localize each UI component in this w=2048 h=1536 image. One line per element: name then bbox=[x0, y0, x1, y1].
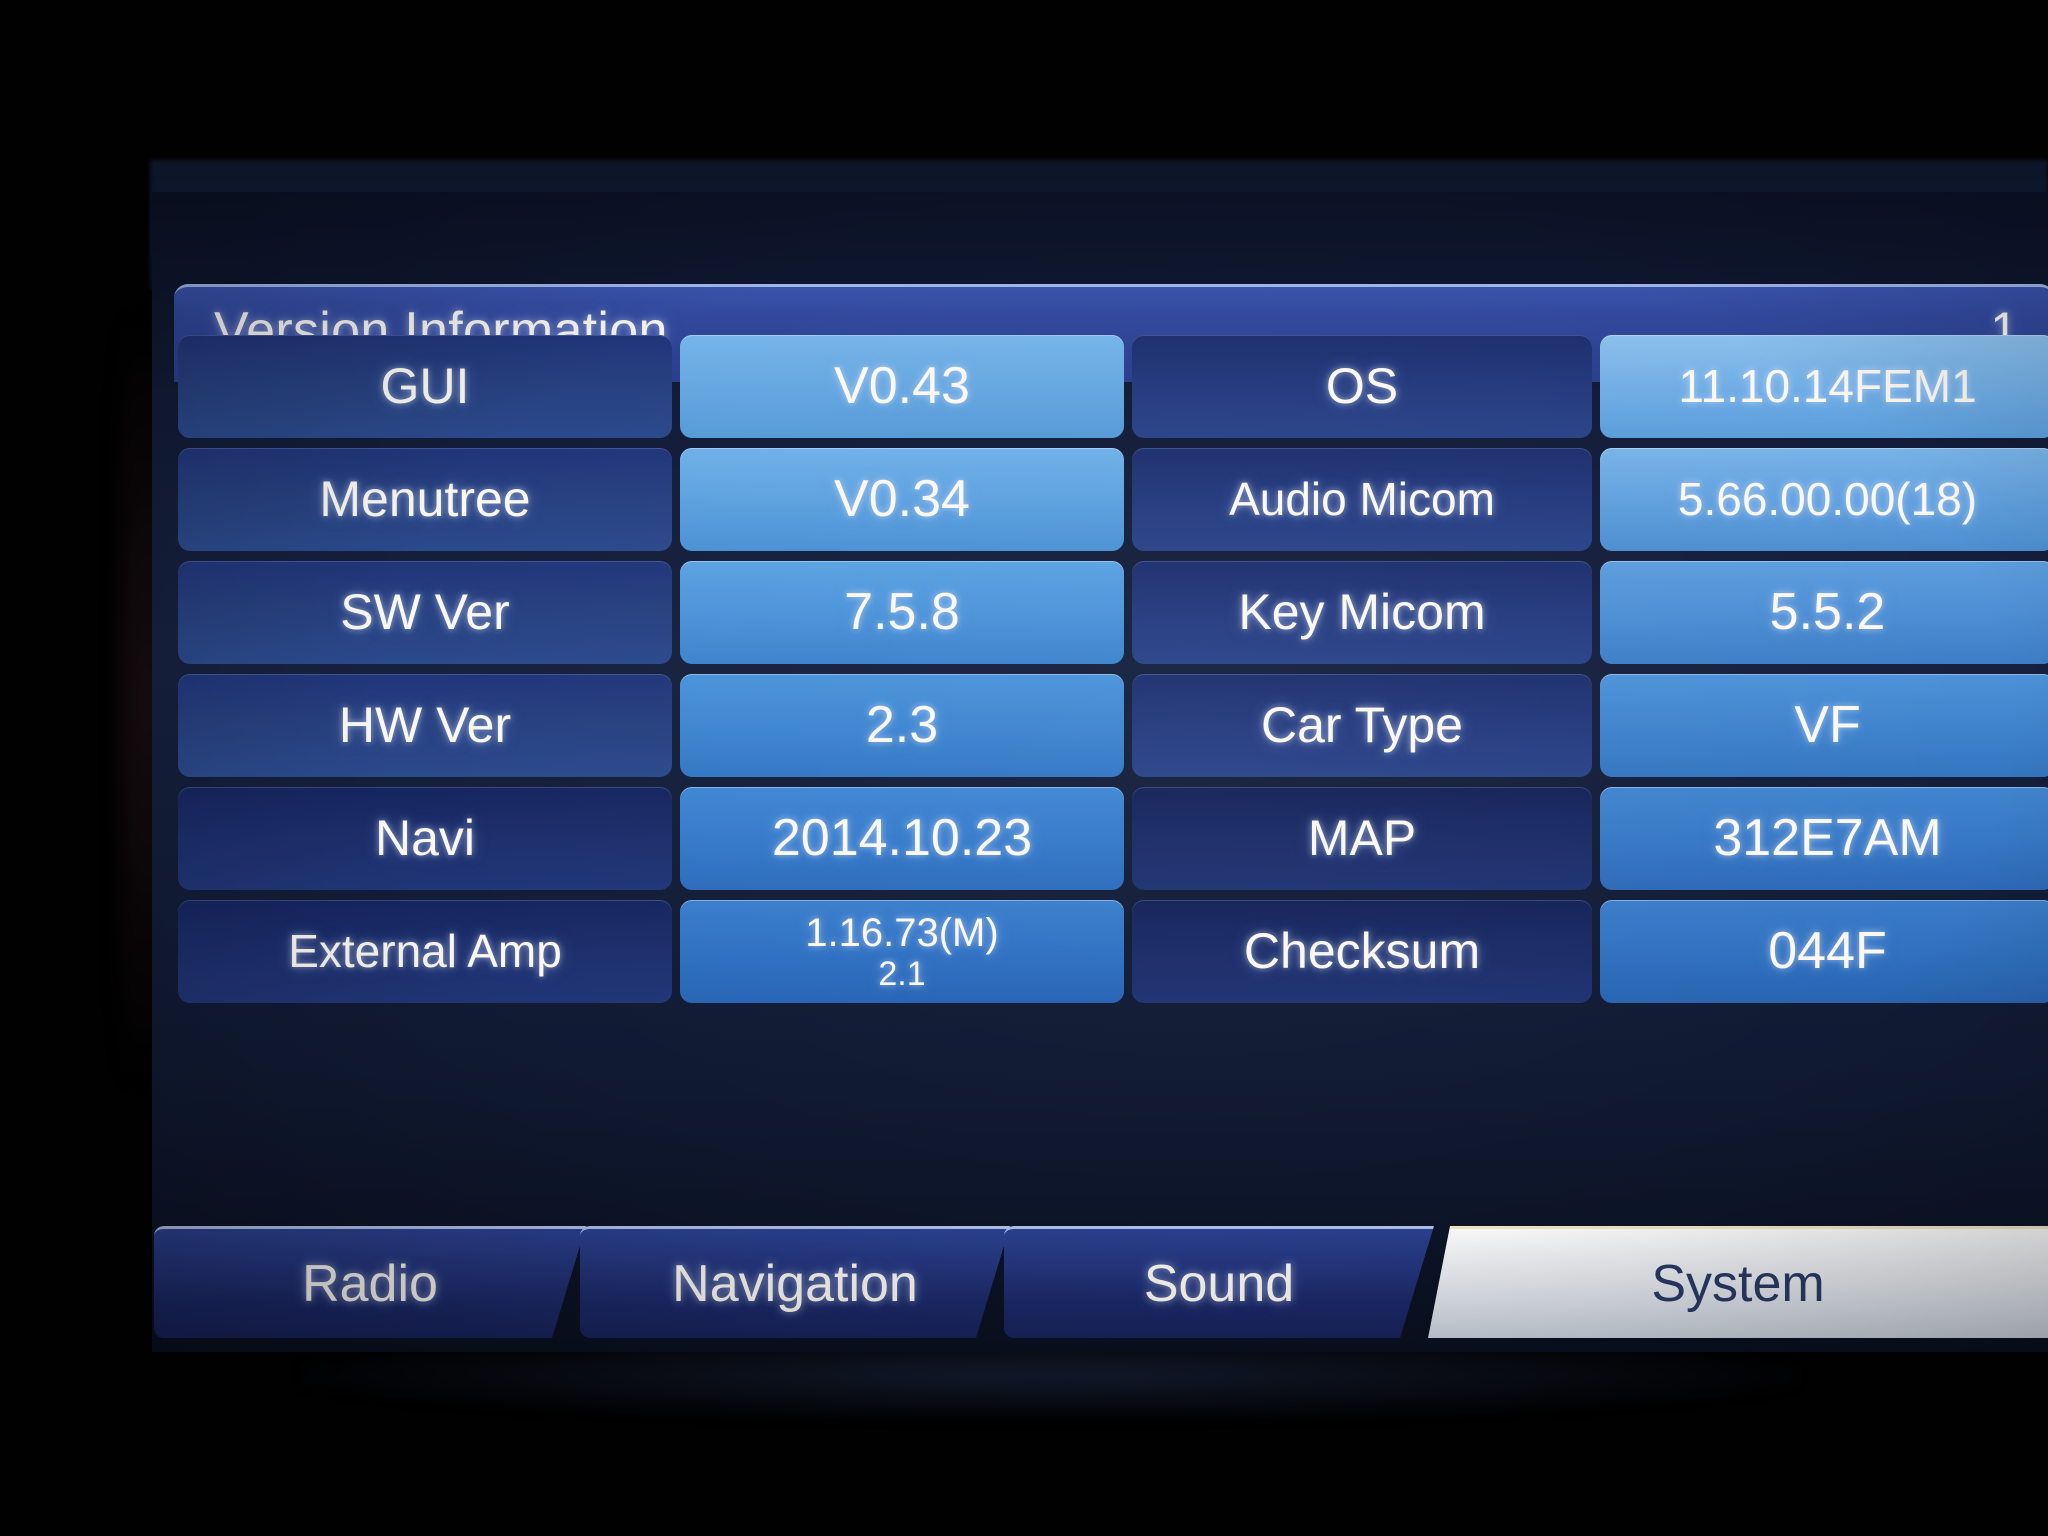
table-row: External Amp 1.16.73(M) 2.1 Checksum 044… bbox=[174, 895, 2048, 1008]
table-row: HW Ver 2.3 Car Type VF bbox=[174, 669, 2048, 782]
info-label-car-type: Car Type bbox=[1132, 674, 1592, 777]
table-row: SW Ver 7.5.8 Key Micom 5.5.2 bbox=[174, 556, 2048, 669]
info-value-gui: V0.43 bbox=[680, 335, 1124, 438]
info-value-checksum: 044F bbox=[1600, 900, 2048, 1003]
info-value-external-amp-line2: 2.1 bbox=[878, 954, 926, 993]
info-label-sw-ver: SW Ver bbox=[178, 561, 672, 664]
table-row: Navi 2014.10.23 MAP 312E7AM bbox=[174, 782, 2048, 895]
info-label-external-amp: External Amp bbox=[178, 900, 672, 1003]
tab-radio-label: Radio bbox=[302, 1254, 438, 1313]
infotainment-screen: Version Information 1 GUI V0.43 OS 11.10… bbox=[152, 192, 2048, 1352]
info-value-navi: 2014.10.23 bbox=[680, 787, 1124, 890]
tab-system-label: System bbox=[1651, 1254, 1825, 1313]
tab-radio[interactable]: Radio bbox=[154, 1226, 586, 1338]
info-label-audio-micom: Audio Micom bbox=[1132, 448, 1592, 551]
bottom-tab-bar: Radio Navigation Sound System bbox=[152, 1218, 2048, 1338]
tab-sound-label: Sound bbox=[1143, 1254, 1295, 1313]
table-row: GUI V0.43 OS 11.10.14FEM1 bbox=[174, 330, 2048, 443]
info-value-key-micom: 5.5.2 bbox=[1600, 561, 2048, 664]
info-label-hw-ver: HW Ver bbox=[178, 674, 672, 777]
tab-navigation[interactable]: Navigation bbox=[580, 1226, 1010, 1338]
tab-navigation-label: Navigation bbox=[672, 1254, 918, 1313]
info-label-menutree: Menutree bbox=[178, 448, 672, 551]
info-value-map: 312E7AM bbox=[1600, 787, 2048, 890]
info-value-external-amp-line1: 1.16.73(M) bbox=[805, 910, 999, 955]
info-value-sw-ver: 7.5.8 bbox=[680, 561, 1124, 664]
info-label-gui: GUI bbox=[178, 335, 672, 438]
info-label-key-micom: Key Micom bbox=[1132, 561, 1592, 664]
info-label-navi: Navi bbox=[178, 787, 672, 890]
info-label-map: MAP bbox=[1132, 787, 1592, 890]
info-value-audio-micom: 5.66.00.00(18) bbox=[1600, 448, 2048, 551]
version-info-table: GUI V0.43 OS 11.10.14FEM1 Menutree V0.34… bbox=[174, 330, 2048, 1040]
tab-system[interactable]: System bbox=[1428, 1226, 2048, 1338]
table-row: Menutree V0.34 Audio Micom 5.66.00.00(18… bbox=[174, 443, 2048, 556]
info-label-checksum: Checksum bbox=[1132, 900, 1592, 1003]
info-label-os: OS bbox=[1132, 335, 1592, 438]
info-value-os: 11.10.14FEM1 bbox=[1600, 335, 2048, 438]
info-value-menutree: V0.34 bbox=[680, 448, 1124, 551]
info-value-hw-ver: 2.3 bbox=[680, 674, 1124, 777]
tab-sound[interactable]: Sound bbox=[1004, 1226, 1434, 1338]
info-value-external-amp: 1.16.73(M) 2.1 bbox=[680, 900, 1124, 1003]
dashboard-photo: Version Information 1 GUI V0.43 OS 11.10… bbox=[0, 0, 2048, 1536]
info-value-car-type: VF bbox=[1600, 674, 2048, 777]
